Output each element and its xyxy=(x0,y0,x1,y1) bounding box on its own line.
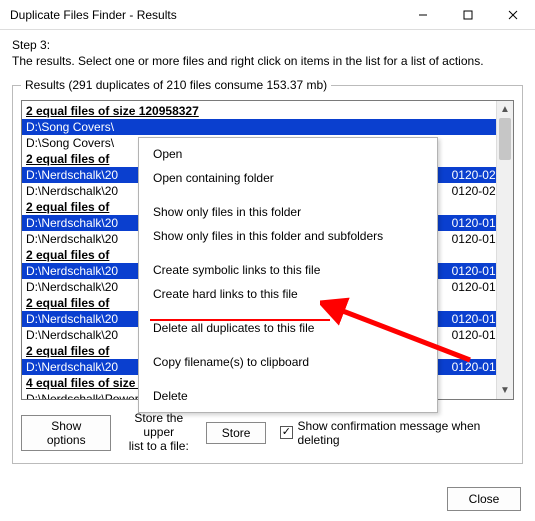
context-menu-item[interactable]: Create hard links to this file xyxy=(139,282,437,306)
scroll-down-button[interactable]: ▼ xyxy=(497,382,513,399)
context-menu[interactable]: OpenOpen containing folder Show only file… xyxy=(138,137,438,413)
minimize-button[interactable] xyxy=(400,0,445,30)
show-options-button[interactable]: Show options xyxy=(21,415,111,451)
context-menu-item[interactable]: Show only files in this folder xyxy=(139,200,437,224)
context-menu-item[interactable]: Delete xyxy=(139,384,437,408)
context-menu-separator xyxy=(139,190,437,200)
list-row[interactable]: 2 equal files of size 120958327 xyxy=(22,103,513,119)
context-menu-item[interactable]: Show only files in this folder and subfo… xyxy=(139,224,437,248)
scroll-up-button[interactable]: ▲ xyxy=(497,101,513,118)
context-menu-separator xyxy=(139,340,437,350)
footer: Close xyxy=(447,487,521,511)
titlebar: Duplicate Files Finder - Results xyxy=(0,0,535,30)
window-title: Duplicate Files Finder - Results xyxy=(10,8,400,22)
context-menu-separator xyxy=(139,306,437,316)
context-menu-item[interactable]: Open xyxy=(139,142,437,166)
step-label: Step 3: xyxy=(12,38,523,52)
context-menu-separator xyxy=(139,374,437,384)
results-legend: Results (291 duplicates of 210 files con… xyxy=(21,78,331,92)
context-menu-item[interactable]: Create symbolic links to this file xyxy=(139,258,437,282)
confirm-label: Show confirmation message when deleting xyxy=(298,419,514,447)
context-menu-separator xyxy=(139,248,437,258)
context-menu-item[interactable]: Open containing folder xyxy=(139,166,437,190)
store-button[interactable]: Store xyxy=(206,422,266,444)
close-button[interactable]: Close xyxy=(447,487,521,511)
step-description: The results. Select one or more files an… xyxy=(12,54,523,68)
vertical-scrollbar[interactable]: ▲ ▼ xyxy=(496,101,513,399)
list-row[interactable]: D:\Song Covers\ xyxy=(22,119,513,135)
scroll-track[interactable] xyxy=(497,118,513,382)
confirm-checkbox[interactable]: ✓ xyxy=(280,426,292,439)
scroll-thumb[interactable] xyxy=(499,118,511,160)
close-window-button[interactable] xyxy=(490,0,535,30)
annotation-underline xyxy=(150,319,330,321)
bottom-controls: Show options Store the upper list to a f… xyxy=(21,412,514,453)
confirm-checkbox-wrap[interactable]: ✓ Show confirmation message when deletin… xyxy=(280,419,514,447)
maximize-button[interactable] xyxy=(445,0,490,30)
context-menu-item[interactable]: Copy filename(s) to clipboard xyxy=(139,350,437,374)
store-label: Store the upper list to a file: xyxy=(119,412,198,453)
